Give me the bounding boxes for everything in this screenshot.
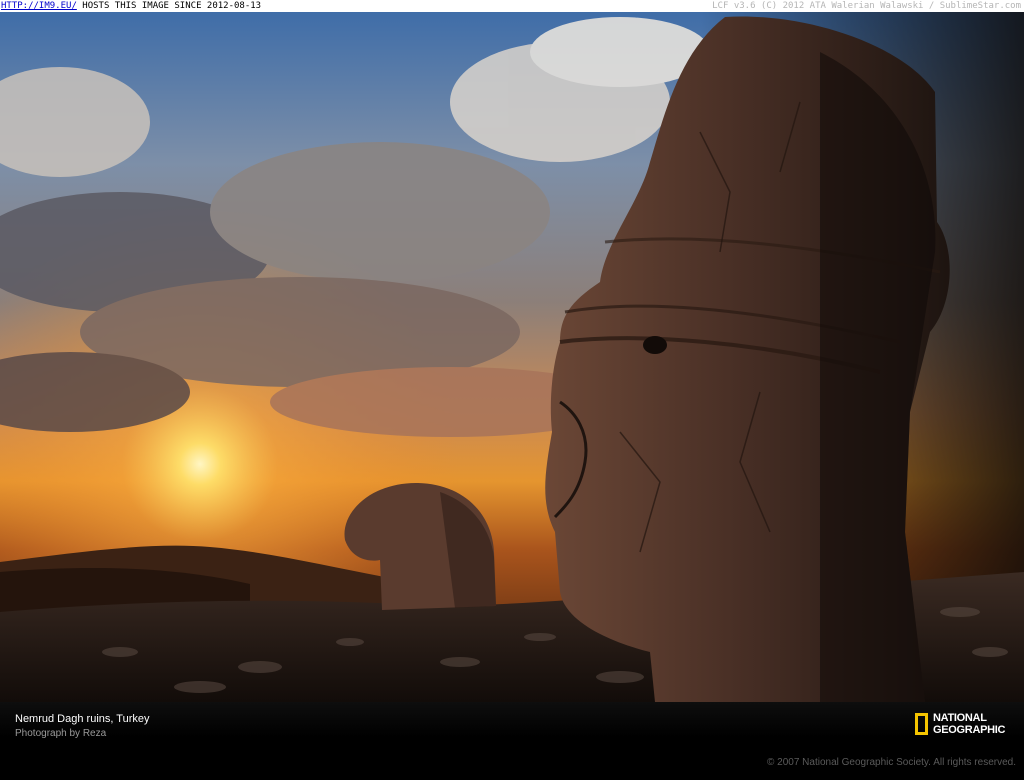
logo-line-2: GEOGRAPHIC [933,724,1006,736]
hosts-text: HOSTS THIS IMAGE SINCE 2012-08-13 [76,1,262,11]
photo-credit: Photograph by Reza [15,728,107,739]
logo-line-1: NATIONAL [933,712,987,724]
national-geographic-logo: NATIONAL GEOGRAPHIC [915,712,1005,736]
top-banner: HTTP://IM9.EU/ HOSTS THIS IMAGE SINCE 20… [0,0,1024,12]
photo-illustration [0,12,1024,702]
photo-title: Nemrud Dagh ruins, Turkey [15,713,150,725]
caption-bar: Nemrud Dagh ruins, Turkey Photograph by … [0,702,1024,780]
logo-text: NATIONAL GEOGRAPHIC [933,712,1005,736]
yellow-frame-icon [915,713,928,735]
im9-link[interactable]: HTTP://IM9.EU/ [1,1,77,11]
banner-credit: LCF v3.6 (C) 2012 ATA Walerian Walawski … [712,1,1021,11]
photo [0,12,1024,702]
copyright-notice: © 2007 National Geographic Society. All … [767,757,1016,768]
banner-left: HTTP://IM9.EU/ HOSTS THIS IMAGE SINCE 20… [0,0,261,12]
